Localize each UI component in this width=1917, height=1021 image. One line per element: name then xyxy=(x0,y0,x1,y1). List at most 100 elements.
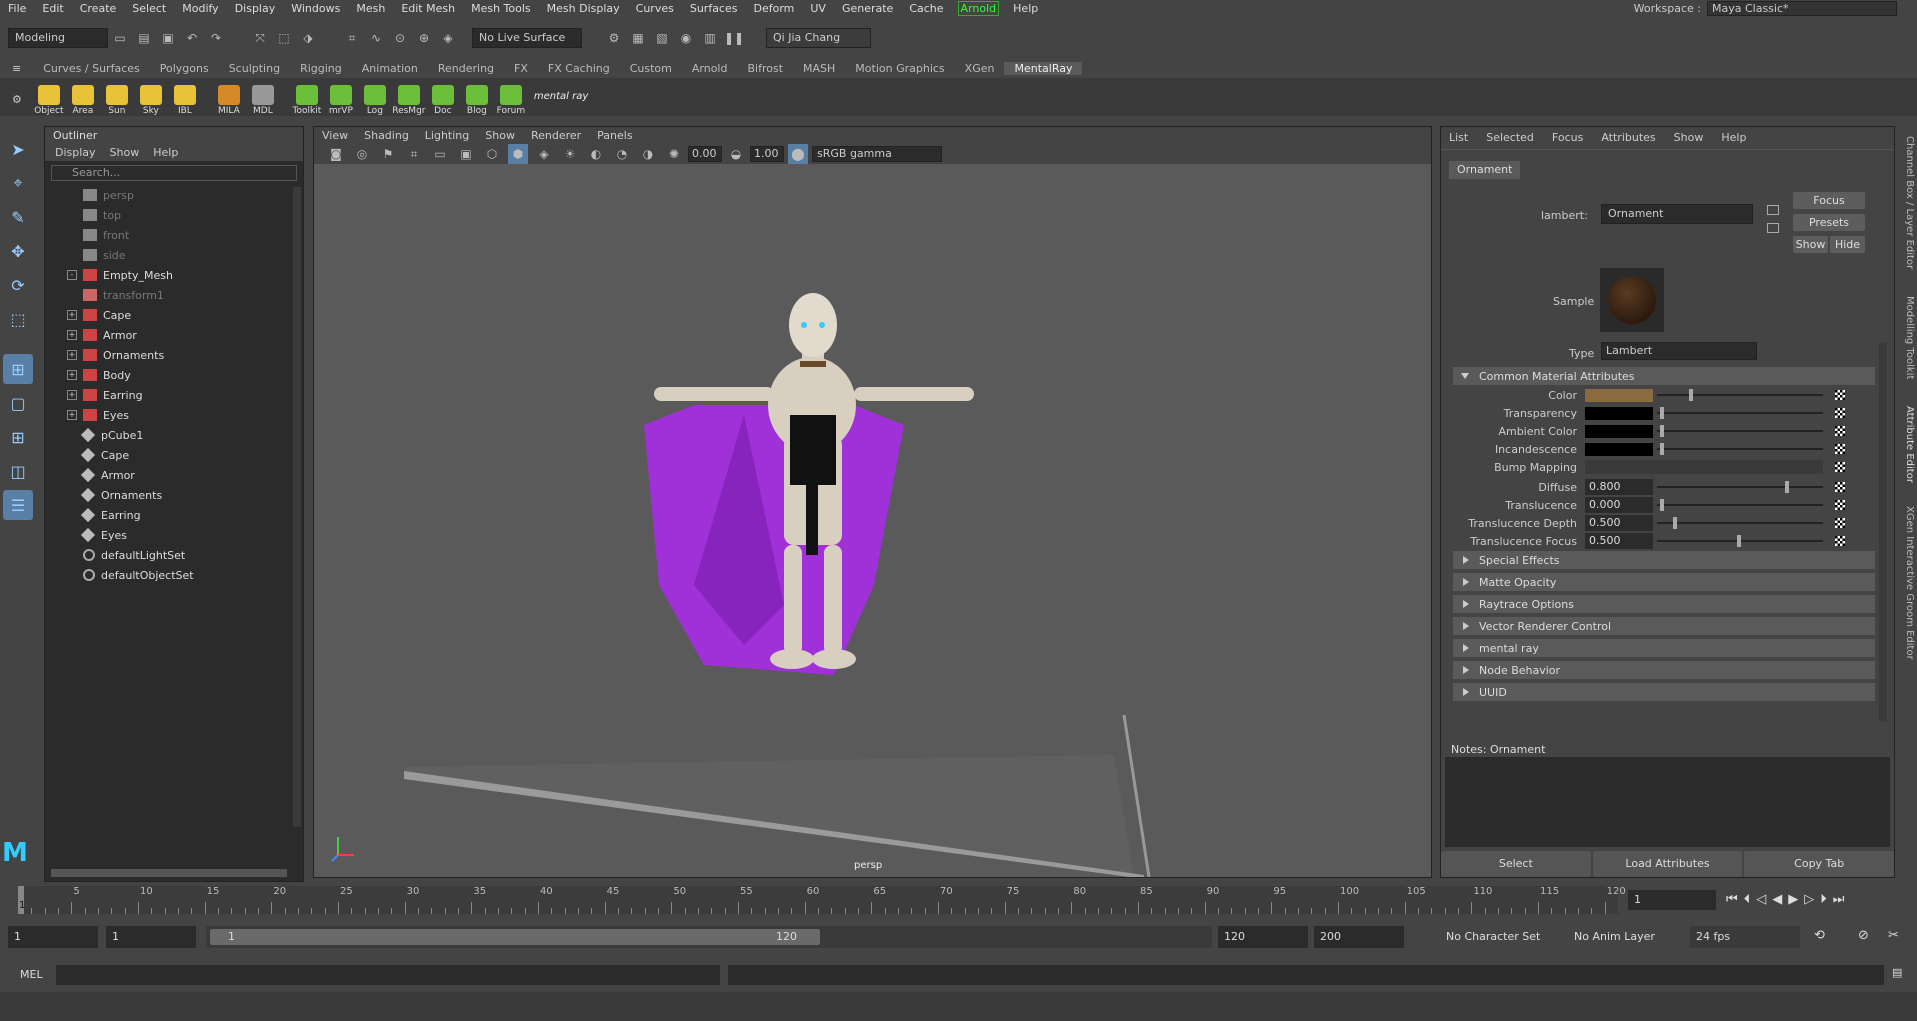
output-connection-icon[interactable] xyxy=(1767,223,1779,233)
shelf-button-sun[interactable]: Sun xyxy=(100,80,134,116)
viewport-menu-panels[interactable]: Panels xyxy=(597,129,632,142)
shelf-button-sky[interactable]: Sky xyxy=(134,80,168,116)
outliner-item-body[interactable]: + Body xyxy=(67,365,303,385)
select-hierarchy-icon[interactable]: ⤧ xyxy=(250,28,270,48)
camera-icon[interactable]: ◙ xyxy=(326,144,346,164)
shadows-icon[interactable]: ◐ xyxy=(586,144,606,164)
menu-surfaces[interactable]: Surfaces xyxy=(682,2,746,15)
shelf-menu-icon[interactable]: ≡ xyxy=(0,62,33,75)
shelf-tab-mentalray[interactable]: MentalRay xyxy=(1004,62,1083,75)
value-field[interactable]: 0.800 xyxy=(1585,479,1653,495)
go-to-start-icon[interactable]: ⏮ xyxy=(1726,892,1738,907)
snap-point-icon[interactable]: ⊙ xyxy=(390,28,410,48)
hide-button[interactable]: Hide xyxy=(1830,236,1865,253)
map-texture-icon[interactable] xyxy=(1835,426,1845,436)
shelf-tab-rigging[interactable]: Rigging xyxy=(290,62,352,75)
paint-select-tool-icon[interactable]: ✎ xyxy=(3,202,33,232)
slider-knob[interactable] xyxy=(1660,407,1665,419)
map-texture-icon[interactable] xyxy=(1835,500,1845,510)
outliner-item-eyes[interactable]: + Eyes xyxy=(67,405,303,425)
step-back-frame-icon[interactable]: ◁ xyxy=(1756,892,1766,907)
section-raytrace-options[interactable]: Raytrace Options xyxy=(1453,595,1875,613)
anim-layer-dropdown[interactable]: No Anim Layer xyxy=(1568,926,1678,948)
shelf-button-resmgr[interactable]: ResMgr xyxy=(392,80,426,116)
shelf-button-blog[interactable]: Blog xyxy=(460,80,494,116)
textured-icon[interactable]: ◈ xyxy=(534,144,554,164)
shelf-button-mila[interactable]: MILA xyxy=(212,80,246,116)
step-forward-frame-icon[interactable]: ▷ xyxy=(1804,892,1814,907)
script-editor-icon[interactable]: ▤ xyxy=(1892,966,1902,979)
single-pane-icon[interactable]: ▢ xyxy=(3,388,33,418)
section-matte-opacity[interactable]: Matte Opacity xyxy=(1453,573,1875,591)
node-name-field[interactable]: Ornament xyxy=(1601,204,1753,224)
range-bar[interactable]: 1 120 xyxy=(206,926,1212,948)
shelf-tab-xgen[interactable]: XGen xyxy=(955,62,1005,75)
step-back-key-icon[interactable]: ⏴ xyxy=(1744,892,1751,907)
current-frame-field[interactable]: 1 xyxy=(1628,890,1716,910)
shelf-settings-icon[interactable]: ⚙ xyxy=(12,93,22,106)
xray-icon[interactable]: ◑ xyxy=(638,144,658,164)
outliner-item-earring[interactable]: Earring xyxy=(67,505,303,525)
range-handle[interactable] xyxy=(210,929,820,945)
shelf-tab-animation[interactable]: Animation xyxy=(352,62,428,75)
exposure-icon[interactable]: ✺ xyxy=(664,144,684,164)
map-texture-icon[interactable] xyxy=(1835,518,1845,528)
animation-end-field[interactable]: 200 xyxy=(1314,926,1404,948)
move-tool-icon[interactable]: ✥ xyxy=(3,236,33,266)
scene-canvas[interactable] xyxy=(314,165,1431,877)
viewport-menu-lighting[interactable]: Lighting xyxy=(425,129,469,142)
outliner-item-eyes[interactable]: Eyes xyxy=(67,525,303,545)
ae-menu-help[interactable]: Help xyxy=(1721,131,1746,144)
slider-knob[interactable] xyxy=(1673,517,1677,529)
ae-menu-focus[interactable]: Focus xyxy=(1552,131,1583,144)
outliner-item-pcube1[interactable]: pCube1 xyxy=(67,425,303,445)
map-texture-icon[interactable] xyxy=(1835,390,1845,400)
shelf-button-area[interactable]: Area xyxy=(66,80,100,116)
ae-menu-show[interactable]: Show xyxy=(1674,131,1704,144)
outliner-item-top[interactable]: top xyxy=(67,205,303,225)
collapse-icon[interactable]: - xyxy=(67,270,77,280)
menu-mesh-display[interactable]: Mesh Display xyxy=(539,2,628,15)
outliner-item-ornaments[interactable]: + Ornaments xyxy=(67,345,303,365)
tab-ornament[interactable]: Ornament xyxy=(1449,161,1521,179)
menu-file[interactable]: File xyxy=(0,2,34,15)
outliner-item-defaultobjectset[interactable]: defaultObjectSet xyxy=(67,565,303,585)
outliner-item-persp[interactable]: persp xyxy=(67,185,303,205)
mode-dropdown[interactable]: Modeling xyxy=(8,28,108,48)
select-tool-icon[interactable]: ➤ xyxy=(3,134,33,164)
playback-end-field[interactable]: 120 xyxy=(1218,926,1308,948)
expand-icon[interactable]: + xyxy=(67,390,77,400)
select-component-icon[interactable]: ⬗ xyxy=(298,28,318,48)
outliner-item-defaultlightset[interactable]: defaultLightSet xyxy=(67,545,303,565)
smooth-shade-icon[interactable]: ⬢ xyxy=(508,144,528,164)
expand-icon[interactable]: + xyxy=(67,350,77,360)
shelf-tab-polygons[interactable]: Polygons xyxy=(150,62,219,75)
menu-generate[interactable]: Generate xyxy=(834,2,901,15)
menu-edit[interactable]: Edit xyxy=(34,2,71,15)
render-frame-icon[interactable]: ▦ xyxy=(628,28,648,48)
shelf-button-forum[interactable]: Forum xyxy=(494,80,528,116)
outliner-menu-show[interactable]: Show xyxy=(110,146,140,159)
hypershade-icon[interactable]: ◉ xyxy=(676,28,696,48)
menu-select[interactable]: Select xyxy=(124,2,174,15)
auto-key-icon[interactable]: ⊘ xyxy=(1858,928,1869,943)
rotate-tool-icon[interactable]: ⟳ xyxy=(3,270,33,300)
attribute-scrollbar[interactable] xyxy=(1879,342,1887,722)
undo-icon[interactable]: ↶ xyxy=(182,28,202,48)
lasso-tool-icon[interactable]: ⌖ xyxy=(3,168,33,198)
last-tool-icon[interactable]: ⊞ xyxy=(3,354,33,384)
outliner-menu-help[interactable]: Help xyxy=(153,146,178,159)
time-slider[interactable]: 5 10 15 20 25 30 35 40 45 50 55 60 65 70 75 80 85 90 95 100… xyxy=(0,882,1917,917)
select-button[interactable]: Select xyxy=(1441,851,1591,877)
workspace-dropdown[interactable]: Maya Classic* xyxy=(1707,1,1897,16)
side-tab-xgen-groom[interactable]: XGen Interactive Groom Editor xyxy=(1904,506,1915,660)
viewport-menu-view[interactable]: View xyxy=(322,129,348,142)
shelf-tab-curves-surfaces[interactable]: Curves / Surfaces xyxy=(33,62,150,75)
gamma-icon[interactable]: ◒ xyxy=(726,144,746,164)
expand-icon[interactable]: + xyxy=(67,310,77,320)
shelf-tab-mash[interactable]: MASH xyxy=(793,62,845,75)
attr-slider[interactable] xyxy=(1657,425,1823,437)
value-field[interactable]: 0.000 xyxy=(1585,497,1653,513)
outliner-item-empty-mesh[interactable]: - Empty_Mesh xyxy=(67,265,303,285)
shelf-tab-bifrost[interactable]: Bifrost xyxy=(737,62,793,75)
